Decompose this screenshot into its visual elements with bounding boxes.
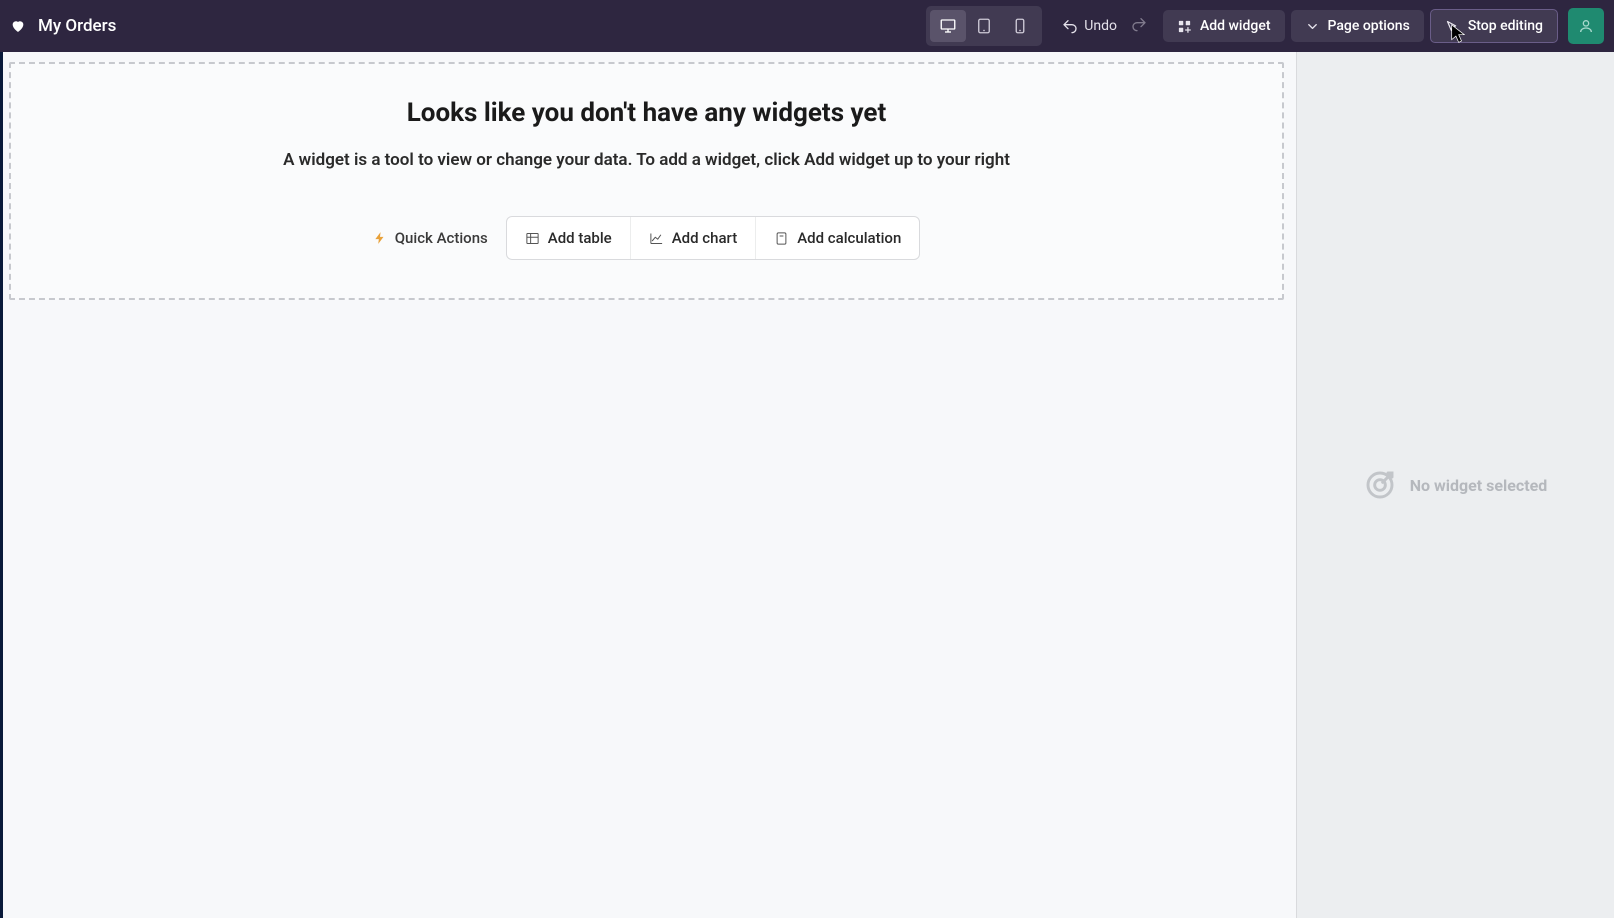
add-widget-button[interactable]: Add widget: [1163, 10, 1285, 42]
chart-icon: [649, 231, 664, 246]
user-icon: [1578, 18, 1594, 34]
lightning-icon: [373, 231, 387, 245]
redo-button[interactable]: [1127, 10, 1151, 42]
add-table-label: Add table: [548, 229, 612, 247]
cursor-click-icon: [1445, 19, 1460, 34]
add-widget-label: Add widget: [1200, 18, 1271, 34]
calculation-icon: [774, 231, 789, 246]
chevron-down-icon: [1305, 19, 1320, 34]
canvas: Looks like you don't have any widgets ye…: [0, 52, 1296, 918]
undo-redo-group: Undo: [1048, 10, 1157, 42]
add-calculation-button[interactable]: Add calculation: [756, 217, 919, 259]
topbar-left: My Orders: [10, 16, 116, 36]
heart-icon: [10, 18, 26, 34]
quick-action-buttons: Add table Add chart Add calculation: [506, 216, 921, 260]
empty-state: Looks like you don't have any widgets ye…: [9, 62, 1284, 300]
undo-icon: [1062, 18, 1078, 34]
empty-state-title: Looks like you don't have any widgets ye…: [31, 98, 1262, 128]
quick-actions-label-group: Quick Actions: [373, 229, 488, 247]
page-title: My Orders: [38, 16, 116, 36]
main-area: Looks like you don't have any widgets ye…: [0, 52, 1614, 918]
undo-button[interactable]: Undo: [1054, 12, 1125, 40]
add-chart-button[interactable]: Add chart: [631, 217, 757, 259]
device-tablet-button[interactable]: [966, 10, 1002, 42]
side-panel: No widget selected: [1296, 52, 1614, 918]
topbar-right: Undo Add widget Page options Stop editin…: [926, 6, 1604, 46]
user-menu-button[interactable]: [1568, 8, 1604, 44]
target-icon: [1364, 469, 1396, 501]
stop-editing-button[interactable]: Stop editing: [1430, 9, 1558, 43]
device-mobile-button[interactable]: [1002, 10, 1038, 42]
add-calculation-label: Add calculation: [797, 229, 901, 247]
stop-editing-label: Stop editing: [1468, 18, 1543, 34]
desktop-icon: [939, 17, 957, 35]
tablet-icon: [975, 17, 993, 35]
top-bar: My Orders Undo Add widget: [0, 0, 1614, 52]
no-widget-text: No widget selected: [1410, 476, 1548, 495]
quick-actions-label: Quick Actions: [395, 229, 488, 247]
device-switcher: [926, 6, 1042, 46]
no-widget-selected: No widget selected: [1364, 469, 1548, 501]
add-chart-label: Add chart: [672, 229, 738, 247]
table-icon: [525, 231, 540, 246]
page-options-label: Page options: [1328, 18, 1410, 34]
widget-grid-icon: [1177, 19, 1192, 34]
add-table-button[interactable]: Add table: [507, 217, 631, 259]
redo-icon: [1131, 16, 1147, 32]
mobile-icon: [1011, 17, 1029, 35]
undo-label: Undo: [1084, 18, 1117, 34]
page-options-button[interactable]: Page options: [1291, 10, 1424, 42]
device-desktop-button[interactable]: [930, 10, 966, 42]
quick-actions-row: Quick Actions Add table Add chart Add ca…: [31, 216, 1262, 260]
empty-state-subtitle: A widget is a tool to view or change you…: [31, 150, 1262, 170]
